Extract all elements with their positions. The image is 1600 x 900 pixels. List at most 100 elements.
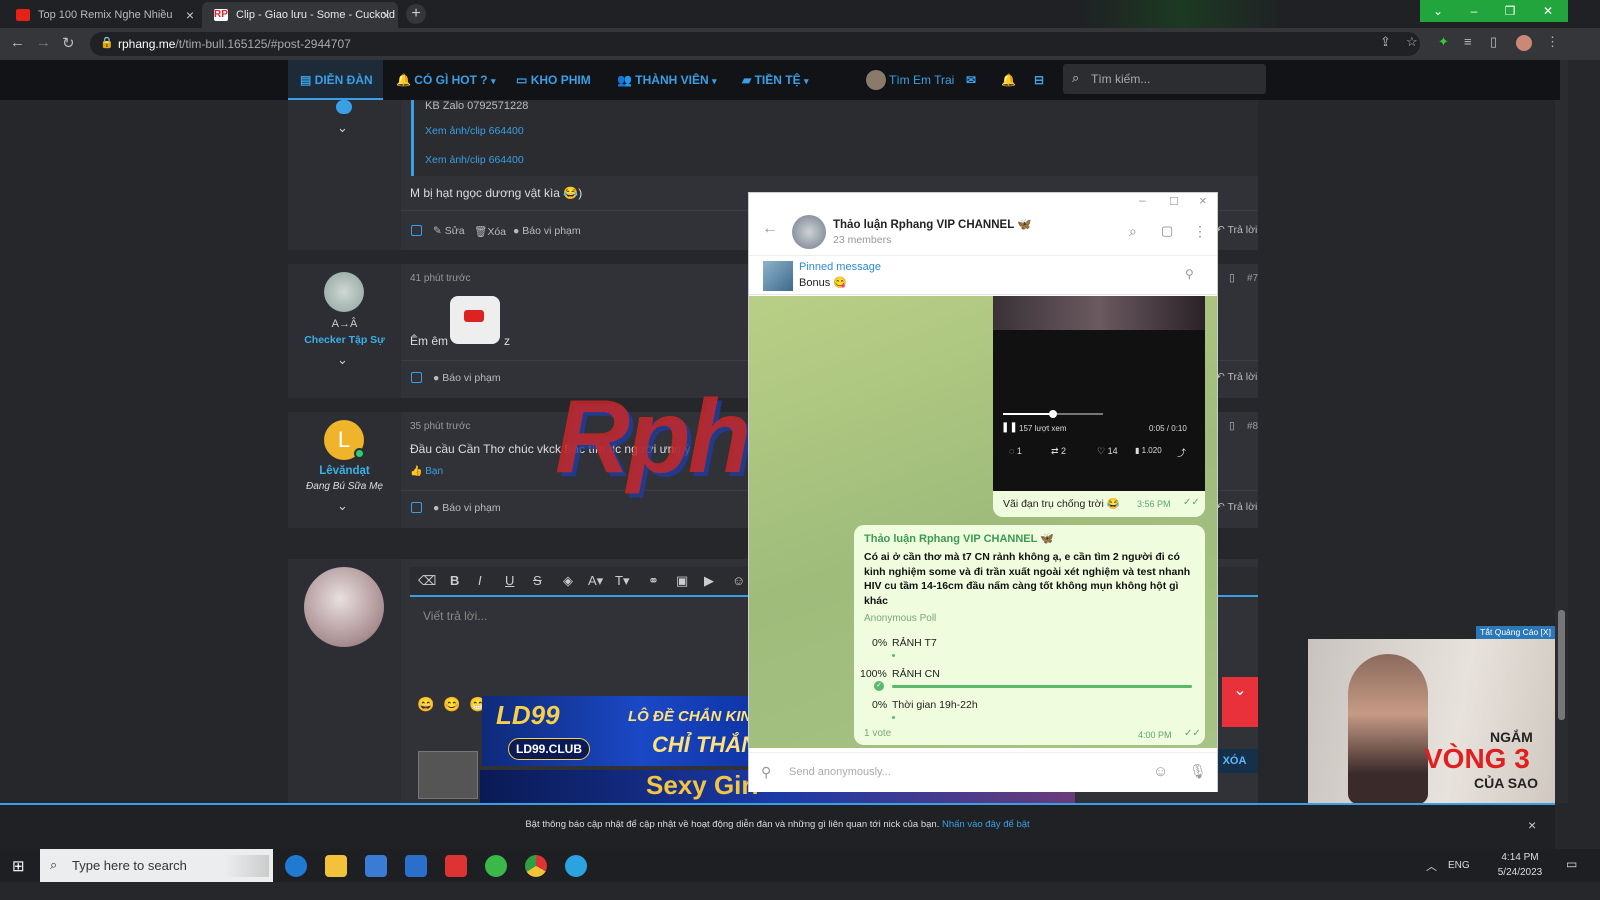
post-time[interactable]: 41 phút trước [410,273,471,284]
poll-option[interactable]: 0% RẢNH T7 [858,637,1198,659]
video-likes[interactable]: ♡ 14 [1097,446,1118,457]
message-input[interactable]: Send anonymously... [789,766,891,778]
back-arrow-icon[interactable]: ← [762,220,778,238]
extension-icon[interactable]: ✦ [1438,34,1449,50]
new-tab-button[interactable]: + [406,4,426,24]
video-seekbar[interactable] [1003,410,1103,418]
font-size-icon[interactable]: T▾ [615,573,629,589]
reply-link[interactable]: ↶ Trả lời [1216,371,1257,383]
scrollbar-thumb[interactable] [1558,610,1565,720]
microphone-icon[interactable]: 🎙 [1189,763,1207,780]
post-time[interactable]: 35 phút trước [410,421,471,432]
link-icon[interactable]: ⚭ [648,573,659,589]
video-comments[interactable]: ◌ 1 [1009,446,1022,456]
close-icon[interactable]: × [382,7,390,23]
telegram-icon[interactable] [565,855,587,877]
reload-icon[interactable]: ↻ [62,34,75,52]
app-icon[interactable] [445,855,467,877]
username[interactable]: A→Â [288,318,401,330]
nav-members[interactable]: 👥 THÀNH VIÊN ▾ [617,60,717,100]
windows-start-icon[interactable]: ⊞ [12,857,25,875]
video-seek-handle[interactable] [1049,410,1057,418]
pause-icon[interactable]: ❚❚ [1001,422,1018,433]
sidebar-icon[interactable]: ▯ [1490,34,1497,50]
clip-link[interactable]: Xem ảnh/clip 664400 [425,125,524,137]
nav-user[interactable]: Tìm Em Trai [866,60,954,100]
chrome-icon[interactable] [525,855,547,877]
expand-chevron-icon[interactable]: ⌄ [337,352,348,368]
strikethrough-icon[interactable]: S [533,573,542,588]
close-ad-button[interactable]: Tắt Quảng Cáo [X] [1476,626,1555,639]
bookmark-icon[interactable]: ▯ [1229,420,1235,432]
video-reposts[interactable]: ⇄ 2 [1051,446,1066,457]
notifications-icon[interactable]: ▭ [1566,857,1577,871]
report-link[interactable]: ● Báo vi phạm [433,372,501,384]
taskbar-search[interactable]: ⌕ Type here to search [40,849,273,882]
tab-youtube[interactable]: Top 100 Remix Nghe Nhiều × [4,2,202,28]
edge-icon[interactable] [285,855,307,877]
scroll-down-button[interactable]: ⌄ [1222,677,1258,727]
forward-icon[interactable]: → [36,34,51,51]
chevron-up-icon[interactable]: ︿ [1426,858,1437,874]
username[interactable]: Lêvăndạt [288,465,401,477]
nav-hot[interactable]: 🔔 CÓ GÌ HOT ? ▾ [396,60,496,100]
delete-link[interactable]: 🗑Xóa [474,225,506,238]
video-message[interactable]: ❚❚ 157 lượt xem 0:05 / 0:10 ◌ 1 ⇄ 2 ♡ 14… [993,296,1205,491]
star-icon[interactable]: ☆ [1406,34,1418,50]
back-icon[interactable]: ← [10,34,25,51]
search-icon[interactable]: ⌕ [1129,223,1137,240]
restore-button[interactable]: ❐ [1492,0,1528,22]
post-number[interactable]: #8 [1247,421,1258,432]
clip-link[interactable]: Xem ảnh/clip 664400 [425,154,524,166]
vote-count[interactable]: 1 vote [864,728,891,739]
edit-link[interactable]: ✎ Sửa [433,225,465,237]
share-icon[interactable]: ⇪ [1380,34,1391,50]
attachment-thumbnail[interactable] [418,751,478,799]
like-summary[interactable]: 👍 Bạn [410,466,443,477]
delete-attachment-button[interactable]: XÓA [1211,749,1258,773]
search-input[interactable]: ⌕ Tìm kiếm... [1063,64,1266,94]
eraser-icon[interactable]: ⌫ [418,573,436,589]
pin-list-icon[interactable]: ⚲ [1185,267,1194,281]
nav-forum[interactable]: ▤ DIỄN ĐÀN [288,60,383,100]
emoji-smile-icon[interactable]: 😊 [443,696,460,713]
italic-icon[interactable]: I [478,573,482,588]
attach-icon[interactable]: ⚲ [761,764,771,781]
close-icon[interactable]: × [186,7,194,23]
scrollbar[interactable] [1555,60,1568,803]
color-icon[interactable]: ◈ [563,573,573,589]
report-link[interactable]: ● Báo vi phạm [433,502,501,514]
share-icon[interactable]: ⤴ [1177,446,1186,459]
ad-right[interactable]: NGẮM VÒNG 3 CỦA SAO [1308,639,1555,804]
clock-date[interactable]: 5/24/2023 [1496,867,1544,878]
more-menu-icon[interactable]: ⋮ [1193,223,1207,240]
expand-chevron-icon[interactable]: ⌄ [337,120,348,136]
file-explorer-icon[interactable] [325,855,347,877]
profile-avatar[interactable] [1516,35,1532,51]
media-embed-icon[interactable]: ▶ [704,573,714,589]
poll-option[interactable]: 0% Thời gian 19h-22h [858,699,1198,721]
underline-icon[interactable]: U [505,573,514,588]
post-number[interactable]: #7 [1247,273,1258,284]
language-indicator[interactable]: ENG [1448,860,1470,871]
channel-title[interactable]: Thảo luận Rphang VIP CHANNEL 🦋 [833,217,1032,231]
store-icon[interactable] [365,855,387,877]
font-icon[interactable]: A▾ [588,573,603,589]
select-checkbox[interactable] [411,225,422,236]
emoji-icon[interactable]: ☺ [732,573,745,588]
nav-currency[interactable]: ▰ TIỀN TỆ ▾ [742,60,808,100]
nav-movies[interactable]: ▭ KHO PHIM [516,60,591,100]
enable-notifications-link[interactable]: Nhấn vào đây để bật [942,819,1030,830]
shop-icon[interactable]: ⊟ [1034,60,1044,100]
emoji-laugh-icon[interactable]: 😄 [417,696,434,713]
avatar[interactable] [324,272,364,312]
expand-chevron-icon[interactable]: ⌄ [337,498,348,514]
channel-avatar[interactable] [792,215,826,249]
media-icon[interactable]: ≡ [1464,34,1472,49]
select-checkbox[interactable] [411,372,422,383]
ad-banner-ld99[interactable]: LD99 LD99.CLUB LÔ ĐỀ CHẮN KIN CHỈ THẮNG [482,696,751,766]
close-window-button[interactable]: ✕ [1528,0,1568,22]
image-icon[interactable]: ▣ [676,573,688,589]
notification-bell-icon[interactable]: 🔔 [1001,60,1016,100]
bold-icon[interactable]: B [450,573,459,588]
